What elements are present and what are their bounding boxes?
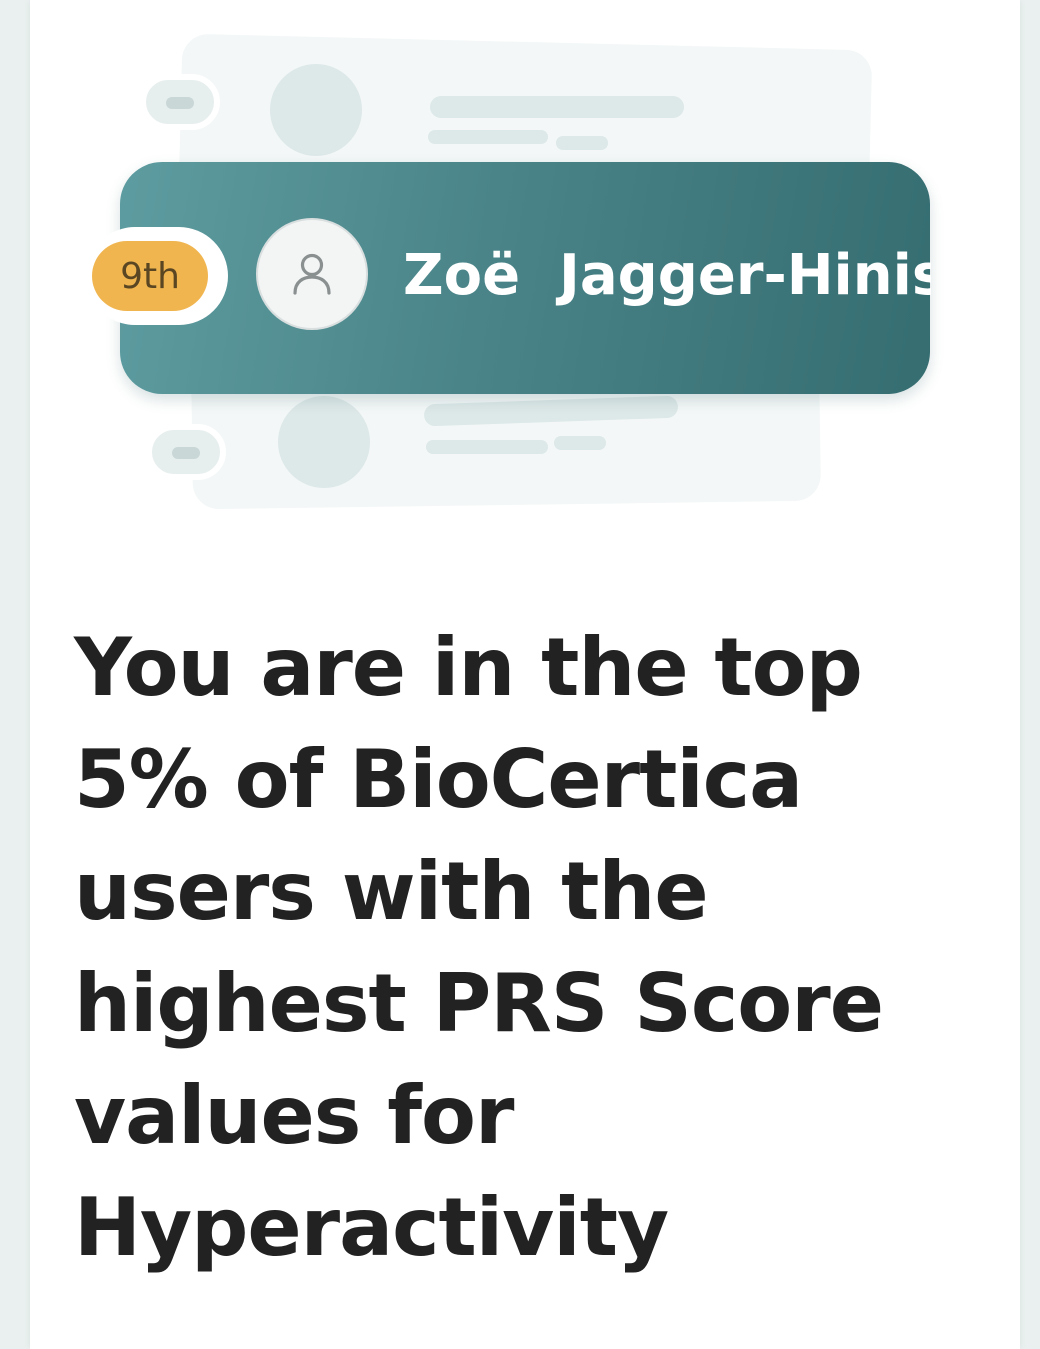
- ghost-detail-line: [428, 130, 548, 144]
- result-headline: You are in the top 5% of BioCertica user…: [74, 621, 884, 1274]
- ghost-detail-line: [426, 440, 548, 454]
- rank-badge: 9th: [86, 227, 228, 325]
- user-icon: [293, 253, 331, 295]
- ghost-rank-pill: [172, 447, 200, 459]
- ghost-name-line: [430, 96, 684, 118]
- ghost-detail-line: [554, 436, 606, 450]
- ghost-avatar: [270, 64, 362, 156]
- user-name: Zoë Jagger-Hinis: [403, 243, 931, 308]
- ghost-detail-line: [556, 136, 608, 150]
- ghost-avatar: [278, 396, 370, 488]
- avatar: [256, 218, 368, 330]
- ghost-rank-badge: [140, 74, 220, 130]
- leaderboard-illustration: 9th Zoë Jagger-Hinis: [30, 0, 1020, 540]
- ghost-rank-pill: [166, 97, 194, 109]
- ghost-rank-badge: [146, 424, 226, 480]
- rank-label: 9th: [92, 241, 208, 311]
- content-card: 9th Zoë Jagger-Hinis You are in the top …: [30, 0, 1020, 1349]
